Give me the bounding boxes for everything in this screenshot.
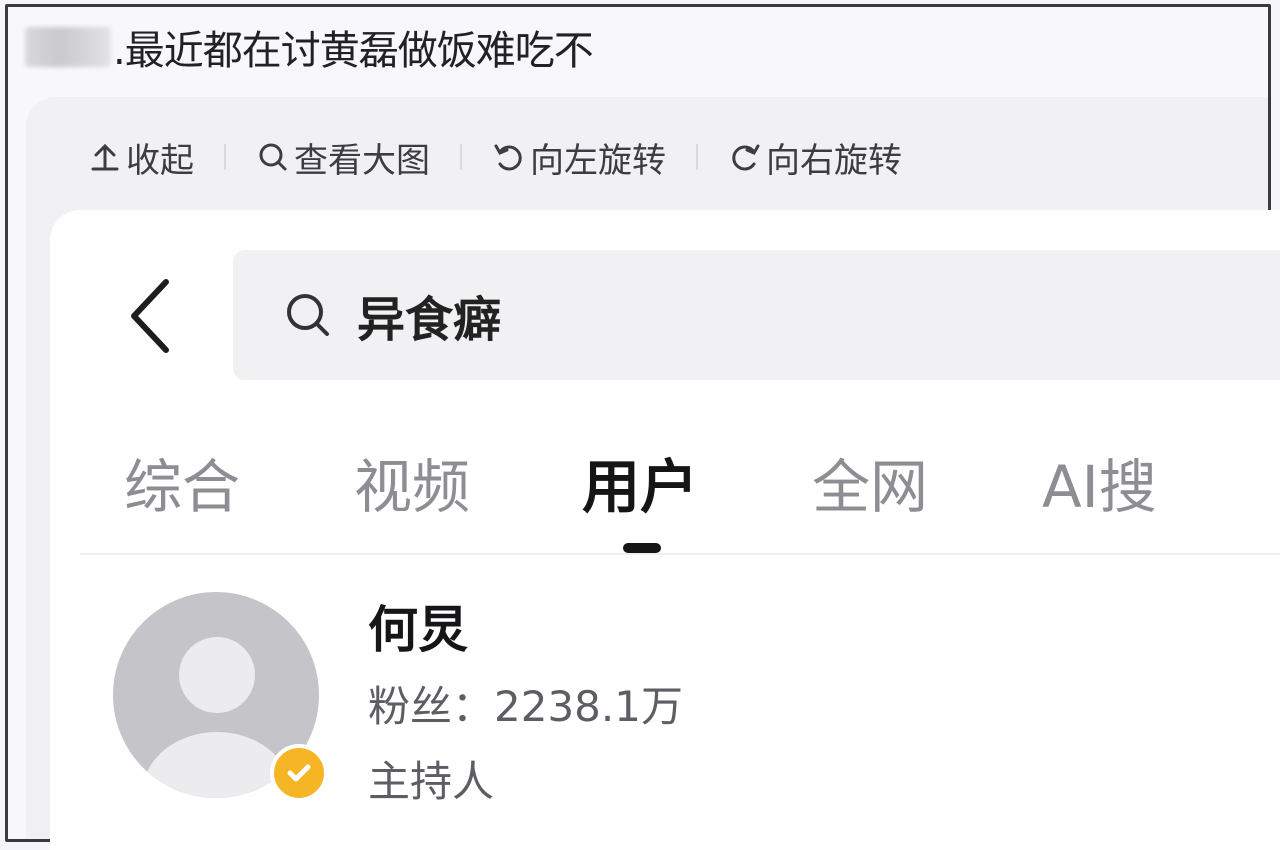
active-tab-indicator [623,543,661,553]
toolbar-divider [696,144,698,170]
tab-users[interactable]: 用户 [582,440,698,524]
verified-badge [270,744,328,802]
view-large-label: 查看大图 [294,140,430,181]
tab-ai-search[interactable]: AI搜 [1042,440,1157,524]
arrow-up-icon [91,143,119,171]
search-tabs: 综合 视频 用户 全网 AI搜 [0,440,1280,530]
tab-videos[interactable]: 视频 [354,440,470,524]
avatar-placeholder-head [179,637,255,713]
avatar-placeholder-body [143,732,291,798]
rotate-left-button[interactable]: 向左旋转 [492,133,666,182]
rotate-left-label: 向左旋转 [530,140,666,181]
rotate-right-icon [732,144,760,171]
fans-value: 2238.1万 [494,682,683,731]
fans-count: 粉丝：2238.1万 [368,673,683,734]
rotate-left-icon [494,144,522,171]
back-arrow-icon [131,279,169,353]
tabs-divider [80,553,1280,555]
rotate-right-label: 向右旋转 [766,140,902,181]
view-large-button[interactable]: 查看大图 [256,133,430,182]
tab-web[interactable]: 全网 [812,440,928,524]
fans-label: 粉丝： [368,682,495,731]
search-query: 异食癖 [357,292,502,348]
toolbar-divider [224,144,226,170]
post-title-text: .最近都在讨黄磊做饭难吃不 [113,28,594,74]
collapse-label: 收起 [126,140,194,181]
user-role: 主持人 [368,757,495,806]
post-title: .最近都在讨黄磊做饭难吃不 [25,17,594,77]
collapse-button[interactable]: 收起 [88,133,194,182]
search-icon [287,294,329,336]
toolbar-divider [460,144,462,170]
search-bar[interactable]: 异食癖 [233,250,1280,380]
verified-check-icon [287,764,311,782]
search-icon [259,143,287,171]
blurred-username [25,27,111,67]
back-button[interactable] [126,278,176,354]
user-name[interactable]: 何炅 [368,590,468,662]
tab-comprehensive[interactable]: 综合 [124,440,240,524]
rotate-right-button[interactable]: 向右旋转 [728,133,902,182]
image-toolbar: 收起 查看大图 向左旋转 向右旋转 [88,127,902,187]
